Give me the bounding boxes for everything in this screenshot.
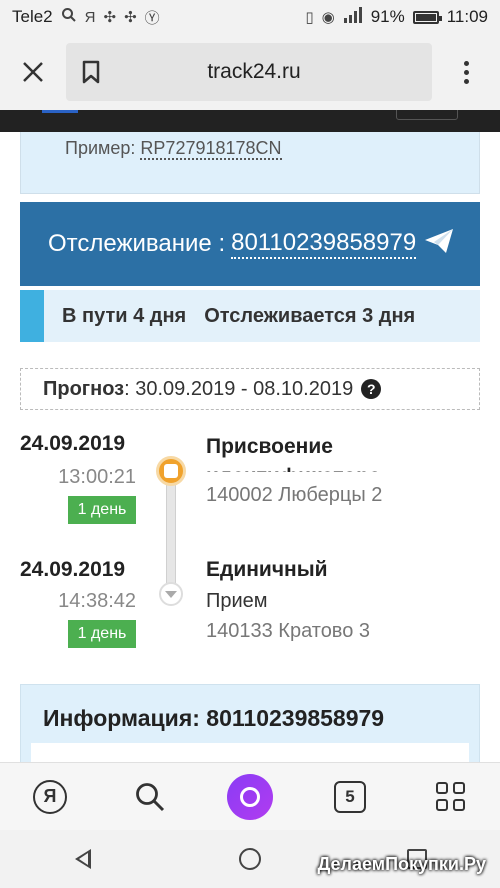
yandex-home-button[interactable]: Я	[20, 767, 80, 827]
example-box: Пример: RP727918178CN	[20, 132, 480, 194]
address-bar[interactable]: track24.ru	[66, 43, 432, 101]
in-transit-text: В пути 4 дня	[62, 304, 187, 327]
tabs-count: 5	[334, 780, 366, 813]
info-title: Информация: 80110239858979	[43, 705, 385, 731]
example-number[interactable]: RP727918178CN	[140, 138, 282, 160]
tracking-label: Отслеживание :	[48, 230, 226, 257]
web-page: Пример: RP727918178CN Отслеживание : 801…	[0, 110, 500, 762]
forecast-label: Прогноз	[43, 377, 125, 400]
header-button[interactable]	[396, 110, 458, 120]
vibrate-icon: ▯	[305, 9, 314, 26]
tracking-number[interactable]: 80110239858979	[231, 229, 417, 259]
forecast-range: : 30.09.2019 - 08.10.2019	[124, 377, 354, 400]
carrier-label: Tele2	[12, 7, 53, 26]
yandex-notification-icon: Я	[84, 8, 96, 26]
event-date: 24.09.2019	[20, 558, 126, 581]
apps-grid-button[interactable]	[420, 767, 480, 827]
back-icon	[75, 849, 92, 869]
browser-bar: track24.ru	[0, 34, 500, 110]
battery-percent: 91%	[370, 7, 405, 26]
search-icon	[136, 782, 165, 811]
gamepad-icon: ✣	[103, 9, 117, 26]
event-location: 140002 Люберцы 2	[206, 484, 383, 506]
tracked-text: Отслеживается 3 дня	[204, 304, 416, 327]
home-button[interactable]	[220, 830, 280, 888]
info-box: Информация: 80110239858979	[20, 684, 480, 762]
search-notification-icon	[61, 7, 77, 27]
battery-icon	[412, 10, 442, 24]
gamepad-icon: ✣	[124, 9, 137, 26]
menu-icon[interactable]	[432, 34, 500, 110]
event-duration-badge: 1 день	[68, 620, 136, 648]
grid-icon	[435, 782, 465, 811]
eye-icon: ◉	[321, 9, 335, 26]
tabs-button[interactable]: 5	[320, 767, 380, 827]
bookmark-icon[interactable]	[66, 60, 116, 84]
forecast-box: Прогноз : 30.09.2019 - 08.10.2019 ?	[20, 368, 480, 410]
clock: 11:09	[446, 7, 488, 26]
close-icon[interactable]	[0, 34, 66, 110]
timeline-line	[166, 468, 176, 596]
yandex-badge-icon: Ⓨ	[144, 9, 160, 27]
paper-plane-icon[interactable]	[424, 228, 454, 261]
event-time: 14:38:42	[58, 590, 136, 612]
chevron-down-icon	[159, 582, 183, 606]
back-button[interactable]	[53, 830, 113, 888]
watermark: ДелаемПокупки.Ру	[317, 854, 486, 874]
help-icon[interactable]: ?	[361, 379, 382, 399]
status-accent	[20, 290, 44, 342]
home-icon	[238, 848, 261, 870]
status-row: В пути 4 дня Отслеживается 3 дня	[20, 290, 480, 342]
event-title: Присвоение идентификатора	[206, 435, 381, 472]
event-duration-badge: 1 день	[68, 496, 136, 524]
example-prefix: Пример:	[65, 138, 136, 158]
event-time: 13:00:21	[58, 466, 136, 488]
site-header-strip	[0, 110, 500, 132]
event-date: 24.09.2019	[20, 432, 126, 455]
yandex-icon: Я	[33, 779, 67, 814]
alice-button[interactable]	[220, 767, 280, 827]
package-icon	[156, 456, 186, 486]
signal-icon	[343, 7, 363, 27]
event-title: Единичный	[206, 558, 328, 581]
event-subtitle: Прием	[206, 590, 268, 612]
event-location: 140133 Кратово 3	[206, 620, 371, 642]
tracking-header: Отслеживание : 80110239858979	[20, 202, 480, 286]
alice-icon	[227, 773, 273, 820]
browser-toolbar: Я 5	[0, 762, 500, 830]
search-button[interactable]	[120, 767, 180, 827]
url-text[interactable]: track24.ru	[116, 60, 432, 84]
status-bar: Tele2 Я ✣ ✣ Ⓨ ▯ ◉ 91% 11:09	[0, 0, 500, 34]
